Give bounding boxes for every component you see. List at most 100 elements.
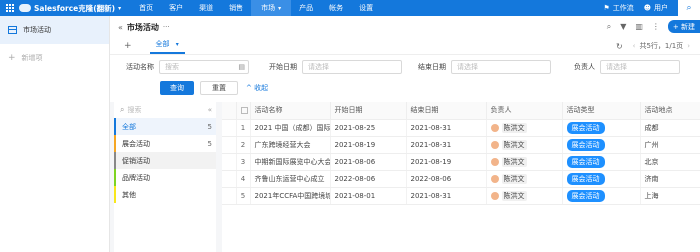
owner-name: 陈洪文 — [501, 139, 527, 150]
activity-name-cell[interactable]: 广东跨境经营大会 — [250, 136, 331, 154]
owner-name: 陈洪文 — [501, 122, 527, 133]
column-header[interactable]: 活动名称 — [250, 102, 331, 120]
category-label: 促销活动 — [122, 156, 150, 165]
column-header[interactable]: 结束日期 — [406, 102, 487, 120]
activity-name-cell[interactable]: 中期新国际展览中心大会 — [250, 153, 331, 171]
column-header[interactable]: 负责人 — [486, 102, 563, 120]
end-date-select[interactable]: 请选择 — [451, 59, 551, 74]
start-date-cell: 2021-08-25 — [330, 119, 407, 137]
category-label: 品牌活动 — [122, 173, 150, 182]
activity-name-cell[interactable]: 2021 中国（成都）国际智慧 — [250, 119, 331, 137]
nav-item-home[interactable]: 首页 — [131, 0, 161, 16]
type-badge: 展会活动 — [566, 138, 605, 151]
app-launcher-icon[interactable] — [4, 2, 16, 14]
more-icon[interactable]: ··· — [163, 23, 170, 31]
owner-select[interactable]: 请选择 — [600, 59, 680, 74]
type-cell: 展会活动 — [562, 119, 641, 137]
avatar — [490, 191, 499, 200]
workbench-link[interactable]: ⚑ 工作流 — [603, 3, 633, 13]
place-cell: 济南 — [640, 170, 700, 188]
start-date-cell: 2022-08-06 — [330, 170, 407, 188]
table-row[interactable]: 3 中期新国际展览中心大会 2021-08-06 2021-08-19 陈洪文 … — [222, 153, 700, 171]
avatar — [490, 140, 499, 149]
avatar — [490, 157, 499, 166]
filter-label: 结束日期 — [418, 62, 446, 71]
table-row[interactable]: 4 齐鲁山东运营中心成立 2022-08-06 2022-08-06 陈洪文 展… — [222, 170, 700, 188]
collapse-filters-button[interactable]: ^ 收起 — [246, 83, 268, 93]
filter-icon[interactable]: ▼ — [620, 22, 626, 31]
user-menu[interactable]: ☻ 用户 — [644, 3, 668, 13]
column-header[interactable]: 活动地点 — [640, 102, 700, 120]
nav-item-customers[interactable]: 客户 — [161, 0, 191, 16]
type-badge: 展会活动 — [566, 121, 605, 134]
table-row[interactable]: 5 2021年CCFA中国跨境城镇 2021-08-01 2021-08-31 … — [222, 187, 700, 205]
workbench-label: 工作流 — [612, 4, 634, 12]
chart-icon[interactable]: ▥ — [635, 22, 643, 31]
nav-item-products[interactable]: 产品 — [291, 0, 321, 16]
collapse-panel-icon[interactable]: « — [208, 106, 212, 114]
main-area: « 市场活动 ··· ⌕ ▼ ▥ ⋮ + 新建 + 全部 ▾ ↻ ‹ 共5行，1… — [110, 16, 700, 252]
category-item-other[interactable]: 其他 — [114, 186, 216, 203]
tab-all[interactable]: 全部 ▾ — [149, 39, 185, 54]
row-spacer — [222, 153, 237, 171]
activity-name-cell[interactable]: 齐鲁山东运营中心成立 — [250, 170, 331, 188]
owner-cell: 陈洪文 — [486, 136, 563, 154]
nav-item-sales[interactable]: 销售 — [221, 0, 251, 16]
type-cell: 展会活动 — [562, 170, 641, 188]
app-name[interactable]: Salesforce克隆(翻新) — [34, 3, 115, 14]
input-placeholder: 搜索 — [165, 62, 179, 71]
search-icon[interactable]: ⌕ — [678, 0, 700, 16]
view-tabs: + 全部 ▾ ↻ ‹ 共5行，1/1页 › — [110, 38, 700, 55]
activity-name-input[interactable]: 搜索 ▤ — [159, 59, 249, 74]
sidebar-add-item[interactable]: + 新增项 — [0, 44, 109, 72]
nav-item-settings[interactable]: 设置 — [351, 0, 381, 16]
content-area: ⌕ 搜索 « 全部 5 展会活动 5 促销活动 品牌活动 其他 活动名称 开始日… — [110, 102, 700, 252]
end-date-cell: 2022-08-06 — [406, 170, 487, 188]
column-header[interactable]: 活动类型 — [562, 102, 641, 120]
start-date-select[interactable]: 请选择 — [302, 59, 402, 74]
reset-button[interactable]: 重置 — [200, 81, 238, 95]
nav-item-channels[interactable]: 渠道 — [191, 0, 221, 16]
search-icon: ⌕ — [120, 105, 125, 114]
category-item-brand[interactable]: 品牌活动 — [114, 169, 216, 186]
chevron-down-icon[interactable]: ▾ — [118, 5, 121, 12]
more-vertical-icon[interactable]: ⋮ — [652, 22, 660, 31]
table-row[interactable]: 2 广东跨境经营大会 2021-08-19 2021-08-31 陈洪文 展会活… — [222, 136, 700, 154]
nav-item-marketing[interactable]: 市场 ▾ — [251, 0, 292, 16]
plus-icon: + — [8, 53, 16, 63]
category-search[interactable]: ⌕ 搜索 « — [114, 102, 216, 118]
category-item-all[interactable]: 全部 5 — [114, 118, 216, 135]
top-nav-bar: Salesforce克隆(翻新) ▾ 首页 客户 渠道 销售 市场 ▾ 产品 帐… — [0, 0, 700, 16]
category-label: 展会活动 — [122, 139, 150, 148]
activity-name-cell[interactable]: 2021年CCFA中国跨境城镇 — [250, 187, 331, 205]
header-tools: ⌕ ▼ ▥ ⋮ + 新建 — [598, 20, 700, 33]
row-index: 3 — [236, 153, 251, 171]
pager-text: 共5行，1/1页 — [639, 42, 684, 50]
category-label: 其他 — [122, 190, 136, 199]
add-view-icon[interactable]: + — [124, 41, 132, 51]
category-label: 全部 — [122, 122, 136, 131]
next-page-icon[interactable]: › — [687, 42, 690, 50]
sidebar-item-marketing-activities[interactable]: 市场活动 — [0, 16, 109, 44]
calendar-search-icon: ▤ — [238, 62, 245, 71]
refresh-icon[interactable]: ↻ — [616, 42, 623, 51]
category-item-promotion[interactable]: 促销活动 — [114, 152, 216, 169]
type-cell: 展会活动 — [562, 136, 641, 154]
new-record-button[interactable]: + 新建 — [667, 20, 700, 33]
table-row[interactable]: 1 2021 中国（成都）国际智慧 2021-08-25 2021-08-31 … — [222, 119, 700, 137]
filter-label: 开始日期 — [269, 62, 297, 71]
type-cell: 展会活动 — [562, 187, 641, 205]
prev-page-icon[interactable]: ‹ — [633, 42, 636, 50]
nav-item-accounts[interactable]: 帐务 — [321, 0, 351, 16]
page-header: « 市场活动 ··· ⌕ ▼ ▥ ⋮ + 新建 — [110, 16, 700, 38]
search-icon[interactable]: ⌕ — [607, 22, 611, 32]
type-cell: 展会活动 — [562, 153, 641, 171]
input-placeholder: 请选择 — [606, 62, 627, 71]
tab-all-label: 全部 — [155, 40, 170, 48]
category-item-exhibition[interactable]: 展会活动 5 — [114, 135, 216, 152]
column-header[interactable]: 开始日期 — [330, 102, 407, 120]
select-all-checkbox[interactable] — [236, 102, 251, 120]
filter-label: 负责人 — [574, 62, 595, 71]
collapse-sidebar-icon[interactable]: « — [118, 23, 123, 32]
query-button[interactable]: 查询 — [160, 81, 194, 95]
